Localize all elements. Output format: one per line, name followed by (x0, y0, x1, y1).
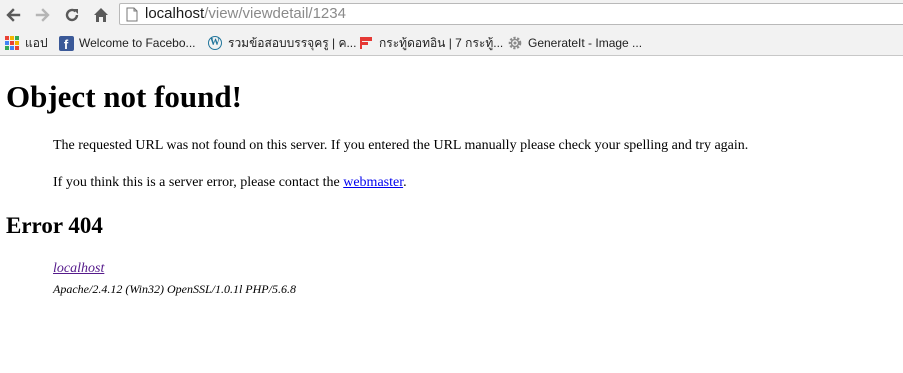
bookmark-facebook[interactable]: f Welcome to Facebo... (58, 34, 196, 52)
forward-arrow-icon (35, 8, 50, 22)
webmaster-link[interactable]: webmaster (343, 175, 403, 190)
facebook-icon: f (58, 35, 74, 51)
forward-button[interactable] (32, 4, 54, 26)
server-signature: Apache/2.4.12 (Win32) OpenSSL/1.0.1l PHP… (53, 282, 296, 296)
bookmark-label: GenerateIt - Image ... (528, 36, 643, 50)
url-host: localhost (145, 5, 205, 22)
server-address: localhost (53, 260, 104, 278)
browser-toolbar: localhost/view/viewdetail/1234 (0, 0, 903, 30)
gear-icon (507, 35, 523, 51)
bookmarks-bar: แอป f Welcome to Facebo... W รวมข้อสอบบร… (0, 30, 903, 56)
contact-period: . (403, 175, 407, 190)
page-title: Object not found! (6, 79, 242, 114)
back-arrow-icon (6, 8, 21, 22)
error-code-heading: Error 404 (6, 213, 103, 238)
wordpress-icon: W (208, 36, 222, 50)
reload-button[interactable] (61, 4, 83, 26)
address-bar[interactable]: localhost/view/viewdetail/1234 (119, 3, 903, 25)
bookmark-label: กระทู้ดอทอิน | 7 กระทู้... (379, 35, 504, 50)
error-description: The requested URL was not found on this … (53, 138, 749, 153)
home-button[interactable] (90, 4, 112, 26)
apps-icon (4, 35, 20, 51)
bookmark-label: แอป (25, 35, 48, 50)
localhost-link[interactable]: localhost (53, 261, 104, 276)
page-content: Object not found! The requested URL was … (0, 57, 903, 373)
url-path: /view/viewdetail/1234 (204, 5, 346, 22)
bookmark-wordpress[interactable]: W รวมข้อสอบบรรจุครู | ค... (207, 34, 356, 52)
bookmark-generateit[interactable]: GenerateIt - Image ... (507, 34, 642, 52)
bookmark-label: รวมข้อสอบบรรจุครู | ค... (228, 35, 357, 50)
back-button[interactable] (2, 4, 24, 26)
contact-text: If you think this is a server error, ple… (53, 175, 344, 190)
bookmark-apps[interactable]: แอป (4, 34, 48, 52)
url-text[interactable]: localhost/view/viewdetail/1234 (145, 5, 346, 23)
browser-window: localhost/view/viewdetail/1234 แอป f Wel… (0, 0, 903, 373)
bookmark-label: Welcome to Facebo... (79, 36, 196, 50)
page-icon (126, 7, 138, 22)
home-icon (94, 8, 108, 22)
red-flag-icon (358, 35, 374, 51)
bookmark-pantip[interactable]: กระทู้ดอทอิน | 7 กระทู้... (358, 34, 503, 52)
contact-paragraph: If you think this is a server error, ple… (53, 174, 407, 192)
reload-icon (65, 8, 79, 22)
